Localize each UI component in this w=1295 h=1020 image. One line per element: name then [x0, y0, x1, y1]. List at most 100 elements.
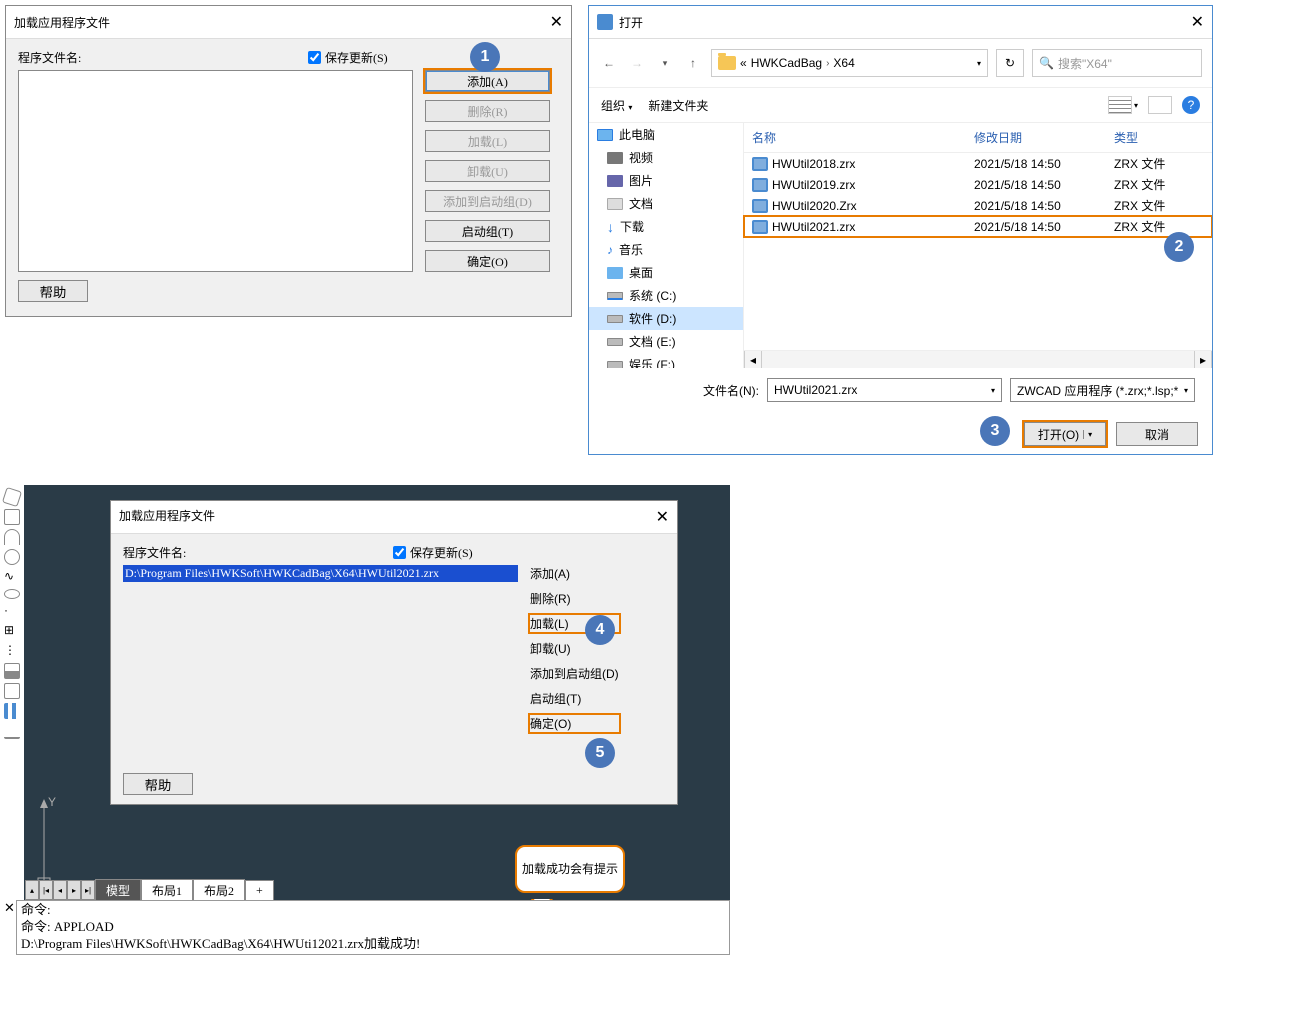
filetype-filter-combobox[interactable]: ZWCAD 应用程序 (*.zrx;*.lsp;*▾ — [1010, 378, 1195, 402]
cmd-line: 命令: — [21, 902, 725, 919]
tab-layout1[interactable]: 布局1 — [141, 879, 193, 902]
tool-table-icon[interactable] — [4, 663, 20, 679]
save-updates-input[interactable] — [308, 51, 321, 64]
tool-rect-icon[interactable] — [4, 509, 20, 525]
scroll-right-icon[interactable]: ▸ — [1194, 351, 1212, 368]
zrx-file-icon — [752, 199, 768, 213]
tool-square-icon[interactable] — [4, 683, 20, 699]
unload-button[interactable]: 卸载(U) — [425, 160, 550, 182]
tool-ellipse-icon[interactable] — [4, 589, 20, 599]
sidebar-documents[interactable]: 文档 — [589, 192, 743, 215]
tool-arc-icon[interactable] — [4, 529, 20, 545]
tab-scroll-up-icon[interactable]: ▴ — [25, 880, 39, 900]
folder-tree[interactable]: 此电脑 视频 图片 文档 ↓下载 ♪音乐 桌面 系统 (C:) 软件 (D:) … — [589, 123, 744, 368]
tool-polygon-icon[interactable] — [2, 487, 22, 507]
add-button[interactable]: 添加(A) — [425, 70, 550, 92]
tool-grid-icon[interactable] — [4, 703, 20, 719]
tab-layout2[interactable]: 布局2 — [193, 879, 245, 902]
nav-up-icon[interactable]: ↑ — [683, 56, 703, 70]
save-updates-checkbox[interactable]: 保存更新(S) — [393, 544, 473, 561]
callout-5: 5 — [585, 738, 615, 768]
startup-group-button[interactable]: 启动组(T) — [425, 220, 550, 242]
file-row[interactable]: HWUtil2019.zrx2021/5/18 14:50ZRX 文件 — [744, 174, 1212, 195]
refresh-button[interactable]: ↻ — [996, 49, 1024, 77]
breadcrumb-seg1[interactable]: HWKCadBag — [751, 56, 822, 70]
add-to-startup-button[interactable]: 添加到启动组(D) — [530, 665, 619, 682]
scroll-left-icon[interactable]: ◂ — [744, 351, 762, 368]
command-line-panel[interactable]: ✕ 命令: 命令: APPLOAD D:\Program Files\HWKSo… — [0, 900, 730, 955]
preview-pane-button[interactable] — [1148, 96, 1172, 114]
help-button[interactable]: 帮助 — [123, 773, 193, 795]
breadcrumb-dropdown-icon[interactable]: ▾ — [977, 59, 981, 68]
program-files-listbox[interactable]: D:\Program Files\HWKSoft\HWKCadBag\X64\H… — [123, 565, 518, 765]
file-row[interactable]: HWUtil2021.zrx2021/5/18 14:50ZRX 文件 — [744, 216, 1212, 237]
program-files-listbox[interactable] — [18, 70, 413, 272]
filename-combobox[interactable]: HWUtil2021.zrx▾ — [767, 378, 1002, 402]
folder-icon — [718, 56, 736, 70]
tool-block-icon[interactable]: ⊞ — [4, 623, 20, 639]
tool-spline-icon[interactable]: ∿ — [4, 569, 20, 585]
tab-prev-icon[interactable]: ◂ — [53, 880, 67, 900]
view-mode-button[interactable]: ▾ — [1108, 96, 1138, 114]
sidebar-this-pc[interactable]: 此电脑 — [589, 123, 743, 146]
help-button[interactable]: 帮助 — [18, 280, 88, 302]
sidebar-downloads[interactable]: ↓下载 — [589, 215, 743, 238]
add-button[interactable]: 添加(A) — [530, 565, 619, 582]
sidebar-music[interactable]: ♪音乐 — [589, 238, 743, 261]
tab-first-icon[interactable]: |◂ — [39, 880, 53, 900]
tab-add[interactable]: + — [245, 880, 274, 901]
svg-text:Y: Y — [48, 795, 56, 809]
save-updates-checkbox[interactable]: 保存更新(S) — [308, 49, 388, 66]
tool-underline-icon[interactable] — [4, 723, 20, 739]
cad-layout-tabs: ▴ |◂ ◂ ▸ ▸| 模型 布局1 布局2 + — [25, 880, 274, 900]
callout-1: 1 — [470, 42, 500, 72]
ok-button[interactable]: 确定(O) — [425, 250, 550, 272]
nav-back-icon[interactable]: ← — [599, 56, 619, 70]
col-date[interactable]: 修改日期 — [974, 129, 1114, 146]
sidebar-pictures[interactable]: 图片 — [589, 169, 743, 192]
file-list-header[interactable]: 名称 修改日期 类型 — [744, 123, 1212, 153]
tab-next-icon[interactable]: ▸ — [67, 880, 81, 900]
sidebar-drive-f[interactable]: 娱乐 (F:) — [589, 353, 743, 368]
delete-button[interactable]: 删除(R) — [530, 590, 619, 607]
file-open-dialog: 打开 ✕ ← → ▾ ↑ « HWKCadBag › X64 ▾ ↻ 🔍 搜索"… — [588, 5, 1213, 455]
disk-icon — [607, 338, 623, 346]
sidebar-desktop[interactable]: 桌面 — [589, 261, 743, 284]
horizontal-scrollbar[interactable]: ◂ ▸ — [744, 350, 1212, 368]
list-item-selected[interactable]: D:\Program Files\HWKSoft\HWKCadBag\X64\H… — [123, 565, 518, 582]
load-button[interactable]: 加载(L) — [425, 130, 550, 152]
sidebar-drive-e[interactable]: 文档 (E:) — [589, 330, 743, 353]
breadcrumb-seg2[interactable]: X64 — [833, 56, 854, 70]
tab-last-icon[interactable]: ▸| — [81, 880, 95, 900]
close-icon[interactable]: ✕ — [550, 12, 563, 32]
close-icon[interactable]: ✕ — [1191, 12, 1204, 32]
ok-button[interactable]: 确定(O) — [530, 715, 619, 732]
breadcrumb[interactable]: « HWKCadBag › X64 ▾ — [711, 49, 988, 77]
nav-down-icon[interactable]: ▾ — [655, 58, 675, 69]
tool-point-icon[interactable]: · — [4, 603, 20, 619]
help-icon[interactable]: ? — [1182, 96, 1200, 114]
file-row[interactable]: HWUtil2018.zrx2021/5/18 14:50ZRX 文件 — [744, 153, 1212, 174]
titlebar[interactable]: 加载应用程序文件 ✕ — [6, 6, 571, 39]
organize-menu[interactable]: 组织 ▾ — [601, 97, 632, 114]
documents-icon — [607, 198, 623, 210]
tool-circle-icon[interactable] — [4, 549, 20, 565]
sidebar-drive-d[interactable]: 软件 (D:) — [589, 307, 743, 330]
close-icon[interactable]: ✕ — [656, 507, 669, 527]
close-panel-icon[interactable]: ✕ — [4, 900, 15, 916]
file-row[interactable]: HWUtil2020.Zrx2021/5/18 14:50ZRX 文件 — [744, 195, 1212, 216]
search-input[interactable]: 🔍 搜索"X64" — [1032, 49, 1202, 77]
cancel-button[interactable]: 取消 — [1116, 422, 1198, 446]
col-type[interactable]: 类型 — [1114, 129, 1184, 146]
add-to-startup-button[interactable]: 添加到启动组(D) — [425, 190, 550, 212]
delete-button[interactable]: 删除(R) — [425, 100, 550, 122]
tool-dots-icon[interactable]: ⋮ — [4, 643, 20, 659]
startup-group-button[interactable]: 启动组(T) — [530, 690, 619, 707]
col-name[interactable]: 名称 — [744, 129, 974, 146]
nav-forward-icon[interactable]: → — [627, 56, 647, 70]
tab-model[interactable]: 模型 — [95, 879, 141, 902]
new-folder-button[interactable]: 新建文件夹 — [648, 97, 708, 114]
open-button[interactable]: 打开(O)▾ — [1024, 422, 1106, 446]
sidebar-videos[interactable]: 视频 — [589, 146, 743, 169]
sidebar-drive-c[interactable]: 系统 (C:) — [589, 284, 743, 307]
